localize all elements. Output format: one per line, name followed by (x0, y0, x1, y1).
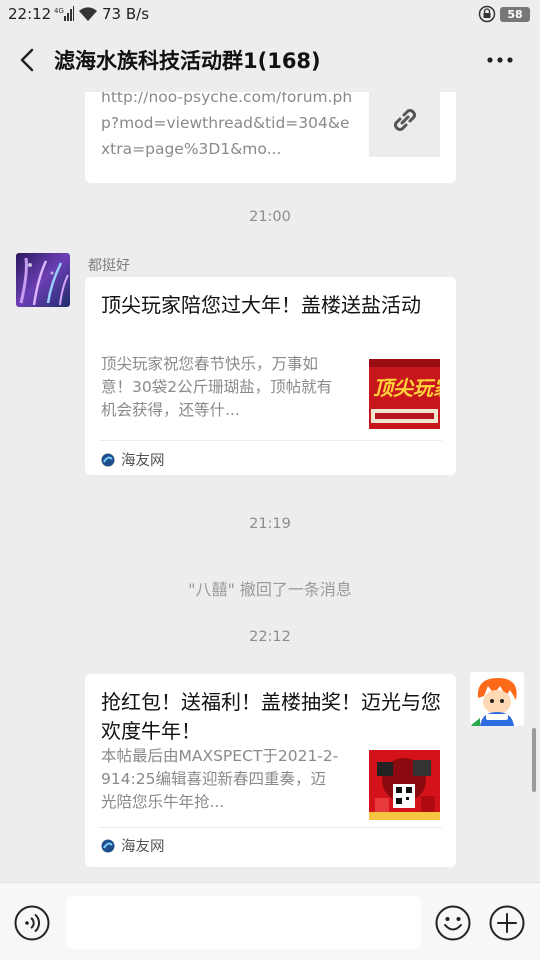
recall-notice: "八囍" 撤回了一条消息 (188, 580, 352, 599)
thumbnail-logo-text: 顶尖玩家 (373, 376, 440, 400)
timestamp: 21:00 (249, 209, 291, 225)
message-input[interactable] (66, 896, 421, 949)
article-source-label: 海友网 (121, 453, 165, 469)
chat-title: 滤海水族科技活动群1(168) (54, 49, 321, 73)
article-source: 海友网 (101, 449, 165, 470)
voice-icon[interactable] (14, 905, 50, 941)
wifi-icon (78, 5, 98, 27)
source-logo-icon (101, 453, 115, 467)
article-source: 海友网 (101, 835, 165, 856)
more-dots-icon[interactable] (482, 48, 518, 72)
link-message-card[interactable]: http://noo-psyche.com/forum.php?mod=view… (85, 92, 456, 183)
divider (99, 827, 442, 828)
article-card[interactable]: 抢红包！送福利！盖楼抽奖！迈光与您欢度牛年！ 本帖最后由MAXSPECT于202… (85, 674, 456, 867)
article-title: 顶尖玩家陪您过大年！盖楼送盐活动 (101, 293, 421, 317)
avatar[interactable] (470, 672, 524, 726)
network-speed: 73 B/s (102, 5, 150, 23)
input-bar (0, 882, 540, 960)
status-time: 22:12 (8, 5, 52, 23)
message-list[interactable]: http://noo-psyche.com/forum.php?mod=view… (0, 92, 540, 882)
svg-text:4G: 4G (54, 7, 64, 15)
article-description: 顶尖玩家祝您春节快乐，万事如意！30袋2公斤珊瑚盐，顶帖就有机会获得，还等什..… (101, 355, 333, 419)
link-icon (388, 103, 422, 141)
article-source-label: 海友网 (121, 839, 165, 855)
article-card[interactable]: 顶尖玩家陪您过大年！盖楼送盐活动 顶尖玩家祝您春节快乐，万事如意！30袋2公斤珊… (85, 277, 456, 475)
lock-rotation-icon (478, 5, 496, 27)
scrollbar-thumb[interactable] (532, 728, 536, 792)
timestamp: 21:19 (249, 516, 291, 532)
battery-icon: 58 (500, 7, 530, 22)
article-description: 本帖最后由MAXSPECT于2021-2-914:25编辑喜迎新春四重奏，迈光陪… (101, 747, 339, 811)
article-thumbnail (369, 750, 440, 820)
link-url-text: http://noo-psyche.com/forum.php?mod=view… (101, 92, 353, 158)
signal-4g-icon: 4G (54, 5, 74, 27)
article-thumbnail: 顶尖玩家 (369, 359, 440, 429)
sender-name: 都挺好 (88, 258, 130, 274)
status-bar: 22:12 4G 73 B/s 58 (0, 0, 540, 30)
chat-header: 滤海水族科技活动群1(168) (0, 30, 540, 92)
divider (99, 440, 442, 441)
chevron-left-icon[interactable] (14, 46, 42, 74)
source-logo-icon (101, 839, 115, 853)
emoji-icon[interactable] (435, 905, 471, 941)
article-title: 抢红包！送福利！盖楼抽奖！迈光与您欢度牛年！ (101, 690, 441, 743)
timestamp: 22:12 (249, 629, 291, 645)
link-preview-box (369, 92, 440, 157)
avatar[interactable] (16, 253, 70, 307)
plus-icon[interactable] (489, 905, 525, 941)
